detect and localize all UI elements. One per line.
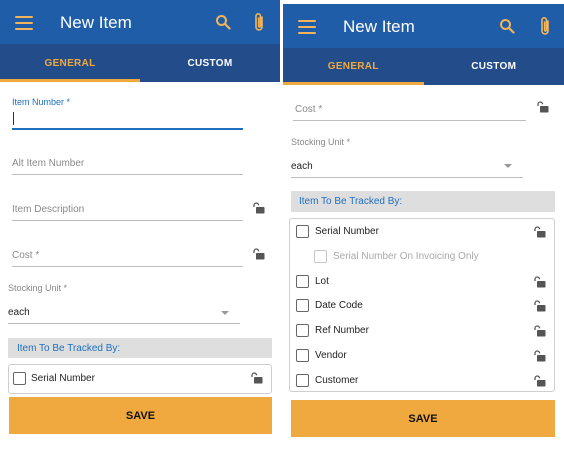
unlock-icon[interactable] bbox=[532, 276, 546, 288]
ref-number-label: Ref Number bbox=[315, 325, 369, 336]
item-description-input[interactable]: Item Description bbox=[12, 204, 84, 215]
cost-underline bbox=[12, 266, 243, 267]
unlock-icon[interactable] bbox=[532, 226, 546, 238]
customer-checkbox[interactable] bbox=[296, 374, 309, 387]
item-number-label: Item Number * bbox=[12, 97, 71, 107]
tab-general[interactable]: GENERAL bbox=[0, 44, 140, 82]
unlock-icon[interactable] bbox=[532, 350, 546, 362]
serial-number-invoicing-checkbox bbox=[314, 250, 327, 263]
item-number-underline bbox=[12, 128, 243, 130]
tab-general[interactable]: GENERAL bbox=[283, 48, 424, 85]
stocking-unit-select[interactable]: each bbox=[291, 161, 313, 172]
ref-number-checkbox[interactable] bbox=[296, 324, 309, 337]
dropdown-arrow-icon[interactable] bbox=[504, 164, 512, 168]
page-title: New Item bbox=[343, 17, 415, 36]
tracked-by-list: Serial Number Serial Number On Invoicing… bbox=[289, 218, 555, 392]
alt-item-number-underline bbox=[12, 174, 243, 175]
dropdown-arrow-icon[interactable] bbox=[221, 311, 229, 315]
tracked-by-header: Item To Be Tracked By: bbox=[8, 338, 272, 358]
right-screen: New Item GENERAL CUSTOM Cost * Stocking … bbox=[283, 0, 564, 450]
date-code-label: Date Code bbox=[315, 300, 363, 311]
tab-bar: GENERAL CUSTOM bbox=[283, 48, 564, 85]
tracked-by-heading: Item To Be Tracked By: bbox=[299, 196, 403, 207]
serial-number-label: Serial Number bbox=[31, 373, 95, 384]
cost-underline bbox=[293, 120, 526, 121]
tab-custom[interactable]: CUSTOM bbox=[140, 44, 280, 82]
tracked-by-header: Item To Be Tracked By: bbox=[291, 191, 555, 212]
tab-bar: GENERAL CUSTOM bbox=[0, 44, 280, 82]
page-title: New Item bbox=[60, 13, 132, 32]
menu-icon[interactable] bbox=[298, 20, 316, 34]
list-item[interactable]: Serial Number bbox=[290, 220, 554, 244]
stocking-unit-underline bbox=[291, 177, 523, 178]
stocking-unit-label: Stocking Unit * bbox=[291, 137, 351, 147]
tracked-by-list: Serial Number bbox=[8, 364, 272, 394]
vendor-checkbox[interactable] bbox=[296, 349, 309, 362]
left-screen: New Item GENERAL CUSTOM Item Number * Al… bbox=[0, 0, 280, 450]
alt-item-number-input[interactable]: Alt Item Number bbox=[12, 158, 84, 169]
list-item[interactable]: Ref Number bbox=[290, 319, 554, 343]
serial-number-invoicing-label: Serial Number On Invoicing Only bbox=[333, 251, 479, 262]
app-bar: New Item bbox=[0, 0, 280, 44]
save-button[interactable]: SAVE bbox=[291, 400, 555, 437]
list-item: Serial Number On Invoicing Only bbox=[290, 245, 554, 269]
date-code-checkbox[interactable] bbox=[296, 299, 309, 312]
unlock-icon[interactable] bbox=[535, 101, 549, 113]
stocking-unit-label: Stocking Unit * bbox=[8, 283, 68, 293]
serial-number-label: Serial Number bbox=[315, 226, 379, 237]
menu-icon[interactable] bbox=[15, 16, 33, 30]
vendor-label: Vendor bbox=[315, 350, 347, 361]
app-bar: New Item bbox=[283, 4, 564, 48]
stocking-unit-select[interactable]: each bbox=[8, 307, 30, 318]
unlock-icon[interactable] bbox=[251, 202, 265, 214]
cost-input[interactable]: Cost * bbox=[295, 104, 322, 115]
save-button[interactable]: SAVE bbox=[9, 397, 272, 434]
customer-label: Customer bbox=[315, 375, 359, 386]
unlock-icon[interactable] bbox=[532, 300, 546, 312]
stocking-unit-underline bbox=[8, 323, 240, 324]
lot-checkbox[interactable] bbox=[296, 275, 309, 288]
tab-general-label: GENERAL bbox=[44, 57, 96, 69]
tab-custom-label: CUSTOM bbox=[187, 57, 233, 69]
serial-number-checkbox[interactable] bbox=[13, 372, 26, 385]
paperclip-icon[interactable] bbox=[539, 15, 551, 42]
cost-input[interactable]: Cost * bbox=[12, 250, 39, 261]
unlock-icon[interactable] bbox=[249, 372, 263, 384]
paperclip-icon[interactable] bbox=[253, 11, 265, 38]
tab-custom[interactable]: CUSTOM bbox=[424, 48, 564, 85]
tab-general-label: GENERAL bbox=[327, 61, 379, 72]
search-icon[interactable] bbox=[499, 18, 515, 39]
list-item[interactable]: Date Code bbox=[290, 294, 554, 318]
serial-number-checkbox[interactable] bbox=[296, 225, 309, 238]
list-item[interactable]: Lot bbox=[290, 270, 554, 294]
lot-label: Lot bbox=[315, 276, 329, 287]
unlock-icon[interactable] bbox=[251, 248, 265, 260]
item-description-underline bbox=[12, 220, 243, 221]
tracked-by-heading: Item To Be Tracked By: bbox=[17, 342, 121, 354]
list-item[interactable]: Customer bbox=[290, 369, 554, 391]
unlock-icon[interactable] bbox=[532, 325, 546, 337]
unlock-icon[interactable] bbox=[532, 375, 546, 387]
list-item[interactable]: Vendor bbox=[290, 344, 554, 368]
item-number-input[interactable] bbox=[12, 108, 243, 128]
tab-custom-label: CUSTOM bbox=[471, 61, 517, 72]
search-icon[interactable] bbox=[215, 14, 231, 35]
list-item[interactable]: Serial Number bbox=[9, 367, 271, 391]
